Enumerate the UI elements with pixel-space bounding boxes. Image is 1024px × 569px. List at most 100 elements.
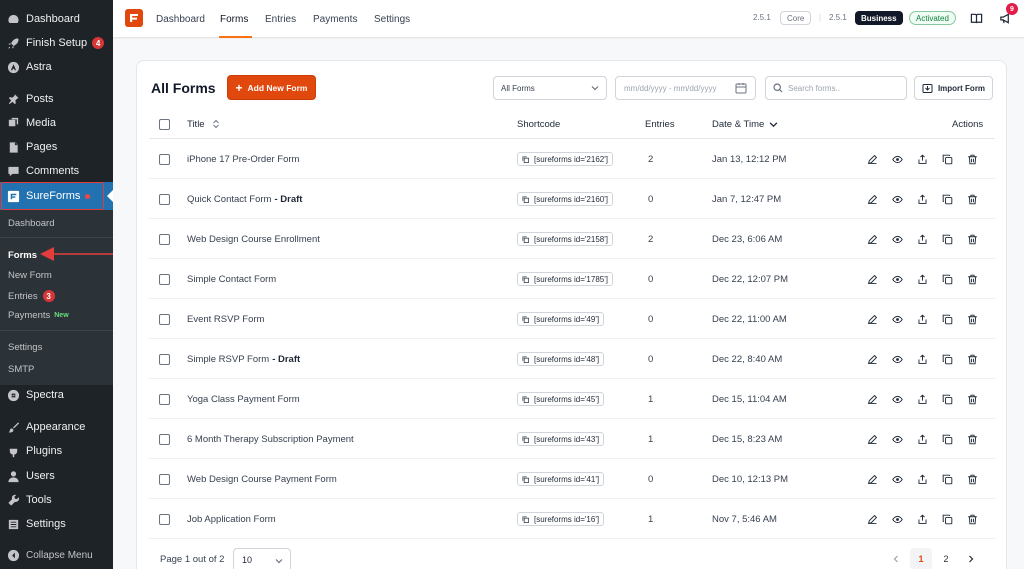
- shortcode-copy[interactable]: [sureforms id='2162']: [517, 152, 613, 166]
- view-button[interactable]: [890, 152, 904, 166]
- row-checkbox[interactable]: [159, 273, 170, 285]
- duplicate-button[interactable]: [940, 432, 954, 446]
- submenu-item-settings[interactable]: Settings: [8, 342, 42, 353]
- share-button[interactable]: [915, 512, 929, 526]
- trash-button[interactable]: [965, 352, 979, 366]
- duplicate-button[interactable]: [940, 512, 954, 526]
- table-row[interactable]: Simple Contact Form [sureforms id='1785']…: [149, 259, 995, 299]
- row-checkbox[interactable]: [159, 353, 170, 365]
- view-button[interactable]: [890, 512, 904, 526]
- view-button[interactable]: [890, 472, 904, 486]
- table-row[interactable]: Simple RSVP Form - Draft [sureforms id='48…: [149, 339, 995, 379]
- search-forms-input[interactable]: Search forms..: [765, 76, 907, 100]
- submenu-item-payments[interactable]: Payments New: [8, 310, 69, 321]
- page-1-button[interactable]: 1: [910, 548, 932, 569]
- share-button[interactable]: [915, 352, 929, 366]
- sidebar-item-appearance[interactable]: Appearance: [0, 415, 113, 439]
- edit-button[interactable]: [865, 312, 879, 326]
- edit-button[interactable]: [865, 232, 879, 246]
- view-button[interactable]: [890, 312, 904, 326]
- table-row[interactable]: 6 Month Therapy Subscription Payment [sur…: [149, 419, 995, 459]
- sidebar-item-comments[interactable]: Comments: [0, 159, 113, 183]
- row-checkbox[interactable]: [159, 233, 170, 245]
- duplicate-button[interactable]: [940, 472, 954, 486]
- tab-entries[interactable]: Entries: [265, 0, 296, 38]
- submenu-item-entries[interactable]: Entries 3: [8, 290, 55, 302]
- duplicate-button[interactable]: [940, 312, 954, 326]
- shortcode-copy[interactable]: [sureforms id='2160']: [517, 192, 613, 206]
- trash-button[interactable]: [965, 272, 979, 286]
- submenu-item-new-form[interactable]: New Form: [8, 270, 52, 281]
- submenu-item-dashboard[interactable]: Dashboard: [8, 218, 54, 229]
- sidebar-item-finish-setup[interactable]: Finish Setup 4: [0, 31, 113, 55]
- edit-button[interactable]: [865, 272, 879, 286]
- form-title[interactable]: Web Design Course Payment Form: [187, 459, 337, 499]
- view-button[interactable]: [890, 392, 904, 406]
- shortcode-copy[interactable]: [sureforms id='16']: [517, 512, 605, 526]
- sidebar-item-dashboard[interactable]: Dashboard: [0, 7, 113, 31]
- per-page-select[interactable]: 10: [233, 548, 291, 569]
- shortcode-copy[interactable]: [sureforms id='41']: [517, 472, 605, 486]
- form-title[interactable]: iPhone 17 Pre-Order Form: [187, 139, 299, 179]
- form-title[interactable]: Event RSVP Form: [187, 299, 264, 339]
- edit-button[interactable]: [865, 192, 879, 206]
- trash-button[interactable]: [965, 472, 979, 486]
- form-title[interactable]: Job Application Form: [187, 499, 276, 539]
- shortcode-copy[interactable]: [sureforms id='45']: [517, 392, 605, 406]
- date-range-input[interactable]: mm/dd/yyyy - mm/dd/yyyy: [615, 76, 756, 100]
- sidebar-item-media[interactable]: Media: [0, 111, 113, 135]
- form-title[interactable]: Quick Contact Form - Draft: [187, 179, 302, 219]
- row-checkbox[interactable]: [159, 313, 170, 325]
- tab-payments[interactable]: Payments: [313, 0, 357, 38]
- share-button[interactable]: [915, 312, 929, 326]
- sureforms-logo-icon[interactable]: [125, 9, 143, 27]
- edit-button[interactable]: [865, 392, 879, 406]
- select-all-checkbox[interactable]: [159, 118, 170, 130]
- form-title[interactable]: Web Design Course Enrollment: [187, 219, 320, 259]
- sidebar-item-pages[interactable]: Pages: [0, 135, 113, 159]
- share-button[interactable]: [915, 272, 929, 286]
- edit-button[interactable]: [865, 472, 879, 486]
- shortcode-copy[interactable]: [sureforms id='1785']: [517, 272, 613, 286]
- trash-button[interactable]: [965, 432, 979, 446]
- sidebar-item-collapse-menu[interactable]: Collapse Menu: [0, 543, 113, 567]
- shortcode-copy[interactable]: [sureforms id='43']: [517, 432, 605, 446]
- view-button[interactable]: [890, 432, 904, 446]
- share-button[interactable]: [915, 472, 929, 486]
- edit-button[interactable]: [865, 352, 879, 366]
- row-checkbox[interactable]: [159, 513, 170, 525]
- table-row[interactable]: Yoga Class Payment Form [sureforms id='45…: [149, 379, 995, 419]
- next-page-button[interactable]: [960, 548, 982, 569]
- page-2-button[interactable]: 2: [935, 548, 957, 569]
- trash-button[interactable]: [965, 312, 979, 326]
- duplicate-button[interactable]: [940, 192, 954, 206]
- edit-button[interactable]: [865, 432, 879, 446]
- view-button[interactable]: [890, 192, 904, 206]
- column-title[interactable]: Title: [187, 109, 221, 139]
- trash-button[interactable]: [965, 392, 979, 406]
- sidebar-item-spectra[interactable]: Spectra: [0, 383, 113, 407]
- form-title[interactable]: Yoga Class Payment Form: [187, 379, 300, 419]
- duplicate-button[interactable]: [940, 392, 954, 406]
- duplicate-button[interactable]: [940, 232, 954, 246]
- trash-button[interactable]: [965, 152, 979, 166]
- row-checkbox[interactable]: [159, 433, 170, 445]
- duplicate-button[interactable]: [940, 352, 954, 366]
- import-form-button[interactable]: Import Form: [914, 76, 993, 100]
- share-button[interactable]: [915, 232, 929, 246]
- sidebar-item-users[interactable]: Users: [0, 464, 113, 488]
- table-row[interactable]: Quick Contact Form - Draft [sureforms id='…: [149, 179, 995, 219]
- share-button[interactable]: [915, 432, 929, 446]
- share-button[interactable]: [915, 392, 929, 406]
- sidebar-item-astra[interactable]: Astra: [0, 55, 113, 79]
- sidebar-item-plugins[interactable]: Plugins: [0, 439, 113, 463]
- sidebar-item-settings[interactable]: Settings: [0, 512, 113, 536]
- tab-forms[interactable]: Forms: [220, 0, 248, 38]
- row-checkbox[interactable]: [159, 193, 170, 205]
- form-title[interactable]: Simple Contact Form: [187, 259, 276, 299]
- table-row[interactable]: Event RSVP Form [sureforms id='49'] 0 Dec 2…: [149, 299, 995, 339]
- form-title[interactable]: Simple RSVP Form - Draft: [187, 339, 300, 379]
- table-row[interactable]: Job Application Form [sureforms id='16'] 1…: [149, 499, 995, 539]
- submenu-item-smtp[interactable]: SMTP: [8, 364, 34, 375]
- duplicate-button[interactable]: [940, 152, 954, 166]
